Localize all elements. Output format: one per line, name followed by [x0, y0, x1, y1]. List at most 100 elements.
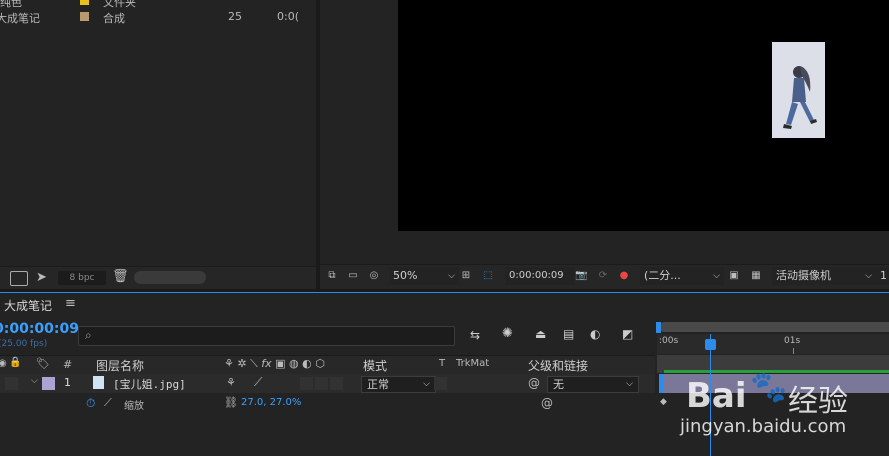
- current-time-display[interactable]: 0:00:00:09: [0, 321, 79, 337]
- label-color-swatch[interactable]: [80, 0, 89, 5]
- project-footer: ➤ 8 bpc 🗑: [0, 266, 316, 289]
- mode-header[interactable]: 模式: [363, 357, 387, 374]
- preserve-transparency-header: T: [439, 358, 446, 369]
- chevron-down-icon: ⌵: [448, 271, 455, 281]
- motion-blur-icon[interactable]: ◐: [590, 327, 600, 341]
- layer-name-header[interactable]: 图层名称: [96, 357, 144, 374]
- camera-value: 活动摄像机: [776, 269, 831, 282]
- show-snapshot-icon[interactable]: ⟳: [597, 270, 609, 281]
- monitor-icon[interactable]: ▭: [347, 270, 359, 281]
- footage-image: [772, 42, 825, 138]
- project-item-size: 25: [228, 10, 242, 23]
- image-file-icon: [93, 376, 104, 389]
- shy-switch-icon[interactable]: ⚘: [226, 376, 236, 389]
- quality-switch-icon[interactable]: ⟋: [254, 375, 262, 390]
- property-name: 缩放: [124, 401, 144, 412]
- property-value[interactable]: 27.0, 27.0%: [241, 397, 301, 408]
- bpc-button[interactable]: 8 bpc: [58, 271, 106, 285]
- project-item-name: 大成笔记: [0, 12, 40, 25]
- views-dropdown[interactable]: 1: [876, 267, 889, 285]
- zoom-dropdown[interactable]: 50% ⌵: [389, 267, 459, 285]
- resolution-value: (二分...: [644, 269, 681, 282]
- resolution-dropdown[interactable]: (二分... ⌵: [640, 267, 724, 285]
- parent-link-header[interactable]: 父级和链接: [528, 357, 588, 374]
- chevron-down-icon[interactable]: ⌵: [31, 376, 38, 386]
- graph-icon[interactable]: ⟋: [104, 396, 112, 410]
- project-panel: 纯色 文件夹 大成笔记 合成 25 0:0(: [0, 0, 316, 289]
- work-area-bar[interactable]: [660, 322, 889, 332]
- layer-visibility-toggle[interactable]: [5, 377, 18, 390]
- thumbnail-slider[interactable]: [134, 271, 206, 284]
- layer-number-header: #: [63, 358, 73, 371]
- lock-icon[interactable]: 🔒: [9, 357, 21, 368]
- color-channels-icon[interactable]: ●: [618, 270, 630, 281]
- preserve-transparency-box[interactable]: [434, 377, 447, 390]
- ruler-label-1s: 01s: [784, 336, 801, 346]
- current-time-indicator[interactable]: [705, 339, 716, 350]
- region-of-interest-icon[interactable]: ⬚: [482, 270, 494, 281]
- current-time-display[interactable]: 0:00:00:09: [505, 267, 575, 285]
- grid-guides-icon[interactable]: ⊞: [460, 270, 472, 281]
- constrain-link-icon[interactable]: ⛓: [224, 396, 238, 409]
- timeline-tab[interactable]: 大成笔记: [4, 297, 52, 314]
- ruler-tick: [793, 348, 794, 354]
- figure-illustration: [772, 42, 825, 138]
- blend-mode-dropdown[interactable]: 正常 ⌵: [361, 376, 436, 393]
- eye-icon[interactable]: ◉: [0, 358, 7, 369]
- layer-in-point-handle[interactable]: [659, 374, 664, 393]
- transparency-grid-icon[interactable]: ▦: [750, 270, 762, 281]
- layer-row[interactable]: ⌵ 1 [宝儿姐.jpg] ⚘ ⟋ 正常 ⌵ @ 无 ⌵: [0, 374, 655, 393]
- layer-search-input[interactable]: ⌕: [78, 326, 455, 346]
- work-area-start-handle[interactable]: [656, 322, 661, 333]
- property-row[interactable]: ⏱ ⟋ 缩放 ⛓ 27.0, 27.0% @: [0, 394, 655, 413]
- label-tag-icon[interactable]: 🏷: [36, 357, 50, 370]
- new-folder-icon[interactable]: ➤: [36, 270, 47, 285]
- time-ruler[interactable]: :00s 01s: [657, 334, 889, 354]
- frame-blending-icon[interactable]: ▤: [563, 327, 574, 341]
- interpret-footage-icon[interactable]: [10, 271, 28, 286]
- shy-layers-icon[interactable]: ⏏: [535, 327, 546, 341]
- watermark-url: jingyan.baidu.com: [680, 416, 847, 437]
- switch-box[interactable]: [330, 377, 343, 390]
- parent-dropdown[interactable]: 无 ⌵: [547, 376, 639, 393]
- baidu-watermark: Bai 🐾 经验 jingyan.baidu.com: [680, 364, 889, 456]
- project-item-type: 合成: [103, 12, 125, 25]
- chevron-down-icon: ⌵: [865, 271, 872, 281]
- chevron-down-icon: ⌵: [423, 379, 430, 389]
- graph-editor-icon[interactable]: ◩: [622, 327, 633, 341]
- pick-whip-icon[interactable]: @: [528, 376, 540, 390]
- switch-box[interactable]: [315, 377, 328, 390]
- mask-view-icon[interactable]: ◎: [368, 270, 380, 281]
- switches-header-icons: ⚘ ✲ ⟍ fx ▣ ◍ ◐ ⬡: [224, 357, 325, 370]
- blend-mode-value: 正常: [367, 378, 389, 391]
- fast-previews-icon[interactable]: ▣: [728, 270, 740, 281]
- project-item-row[interactable]: 大成笔记 合成 25 0:0(: [0, 9, 316, 25]
- zoom-value: 50%: [393, 269, 418, 282]
- parent-value: 无: [553, 378, 564, 391]
- search-icon: ⌕: [85, 328, 92, 342]
- pick-whip-icon[interactable]: @: [541, 396, 553, 410]
- stopwatch-icon[interactable]: ⏱: [86, 396, 95, 411]
- draft-3d-icon[interactable]: ✺: [502, 326, 513, 341]
- fps-label: (25.00 fps): [0, 339, 48, 349]
- ruler-label-start: :00s: [659, 336, 679, 346]
- switch-box[interactable]: [300, 377, 313, 390]
- project-item-row[interactable]: 纯色 文件夹: [0, 0, 316, 9]
- chevron-down-icon: ⌵: [626, 379, 633, 389]
- project-item-duration: 0:0(: [277, 10, 299, 23]
- timeline-tab-bar: 大成笔记 ≡: [0, 293, 889, 318]
- trash-icon[interactable]: 🗑: [112, 269, 129, 284]
- always-preview-icon[interactable]: ⧉: [326, 270, 338, 281]
- comp-mini-flowchart-icon[interactable]: ⇆: [470, 328, 480, 342]
- label-color-swatch[interactable]: [80, 12, 89, 21]
- keyframe-diamond-icon[interactable]: ◆: [660, 397, 667, 407]
- viewer-toolbar: ⧉ ▭ ◎ 50% ⌵ ⊞ ⬚ 0:00:00:09 📷 ⟳ ● (二分... …: [320, 264, 889, 289]
- camera-snapshot-icon[interactable]: 📷: [575, 270, 587, 281]
- layer-name[interactable]: [宝儿姐.jpg]: [113, 376, 186, 392]
- watermark-brand2: 经验: [788, 384, 848, 419]
- camera-dropdown[interactable]: 活动摄像机 ⌵: [772, 267, 876, 285]
- panel-menu-icon[interactable]: ≡: [65, 296, 76, 311]
- paw-logo-icon: 🐾: [750, 370, 788, 405]
- chevron-down-icon: ⌵: [713, 271, 720, 281]
- layer-label-color[interactable]: [42, 377, 55, 390]
